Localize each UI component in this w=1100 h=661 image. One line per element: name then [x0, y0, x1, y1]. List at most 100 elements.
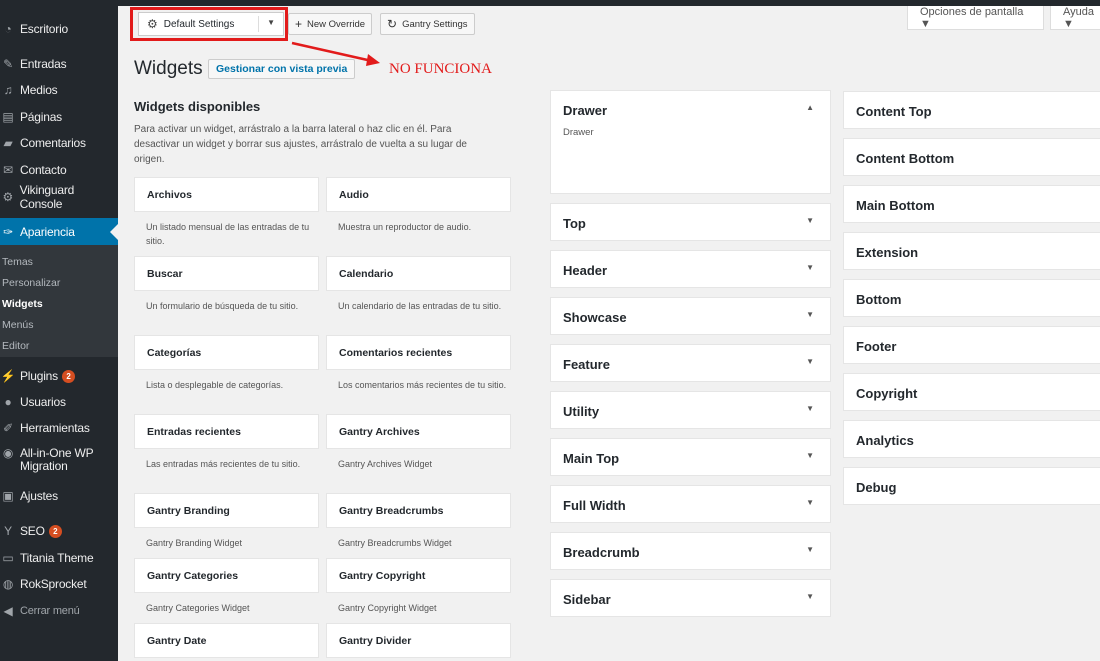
chevron-down-icon[interactable]: ▼ [806, 451, 814, 460]
area-sidebar[interactable]: Sidebar ▼ [550, 579, 831, 617]
area-content-top[interactable]: Content Top [843, 91, 1100, 129]
area-drawer[interactable]: Drawer ▲ Drawer [550, 90, 831, 194]
sidebar-item-label: Usuarios [20, 395, 66, 409]
annotation-highlight-box [130, 7, 288, 41]
chevron-up-icon[interactable]: ▲ [806, 103, 814, 112]
sidebar-collapse[interactable]: ◀ Cerrar menú [0, 600, 118, 622]
sidebar-item-label: SEO [20, 524, 45, 538]
refresh-icon: ↻ [387, 17, 398, 31]
widget-desc: Gantry Archives Widget [338, 459, 433, 469]
brush-icon: ✑ [3, 225, 13, 239]
collapse-icon: ◀ [3, 604, 13, 618]
submenu-item-temas[interactable]: Temas [2, 256, 33, 268]
area-utility[interactable]: Utility ▼ [550, 391, 831, 429]
sidebar-item-seo[interactable]: Y SEO 2 [0, 520, 118, 542]
widget-gantry-copyright[interactable]: Gantry Copyright [326, 558, 511, 593]
area-feature[interactable]: Feature ▼ [550, 344, 831, 382]
sidebar-item-escritorio[interactable]: ◔ Escritorio [0, 18, 118, 40]
chevron-down-icon[interactable]: ▼ [806, 498, 814, 507]
sidebar-item-entradas[interactable]: ✎ Entradas [0, 53, 118, 75]
area-footer[interactable]: Footer [843, 326, 1100, 364]
screen-options-label: Opciones de pantalla ▼ [920, 5, 1024, 30]
widget-gantry-divider[interactable]: Gantry Divider [326, 623, 511, 658]
sidebar-item-plugins[interactable]: ⚡ Plugins 2 [0, 365, 118, 387]
available-widgets-desc: Para activar un widget, arrástralo a la … [134, 124, 467, 165]
widget-audio[interactable]: Audio [326, 177, 511, 212]
widget-categorias[interactable]: Categorías [134, 335, 319, 370]
sidebar-item-roksprocket[interactable]: ◍ RokSprocket [0, 573, 118, 595]
sidebar-item-label: Escritorio [20, 22, 69, 36]
chevron-down-icon[interactable]: ▼ [806, 592, 814, 601]
sidebar-item-medios[interactable]: ♫ Medios [0, 79, 118, 101]
area-name: Top [563, 216, 586, 231]
sidebar-item-contacto[interactable]: ✉ Contacto [0, 159, 118, 181]
area-full-width[interactable]: Full Width ▼ [550, 485, 831, 523]
widget-gantry-categories[interactable]: Gantry Categories [134, 558, 319, 593]
widget-gantry-date[interactable]: Gantry Date [134, 623, 319, 658]
gantry-settings-button[interactable]: ↻ Gantry Settings [380, 13, 475, 35]
sidebar-item-migration[interactable]: ◉ All-in-One WP Migration [0, 447, 118, 479]
chevron-down-icon[interactable]: ▼ [806, 310, 814, 319]
sidebar-item-vikinguard[interactable]: ⚙ Vikinguard Console [0, 183, 118, 211]
chevron-down-icon[interactable]: ▼ [806, 216, 814, 225]
area-debug[interactable]: Debug [843, 467, 1100, 505]
submenu-item-menus[interactable]: Menús [2, 319, 34, 331]
area-analytics[interactable]: Analytics [843, 420, 1100, 458]
widget-calendario[interactable]: Calendario [326, 256, 511, 291]
area-main-bottom[interactable]: Main Bottom [843, 185, 1100, 223]
sidebar-item-label: Apariencia [20, 225, 75, 239]
area-breadcrumb[interactable]: Breadcrumb ▼ [550, 532, 831, 570]
widget-desc: Un listado mensual de las entradas de tu… [146, 222, 310, 246]
sidebar-item-apariencia[interactable]: ✑ Apariencia [0, 218, 118, 246]
submenu-item-editor[interactable]: Editor [2, 340, 29, 352]
sidebar-item-label: Comentarios [20, 136, 86, 150]
area-showcase[interactable]: Showcase ▼ [550, 297, 831, 335]
sidebar-item-ajustes[interactable]: ▣ Ajustes [0, 485, 118, 507]
area-name: Extension [856, 245, 919, 260]
area-main-top[interactable]: Main Top ▼ [550, 438, 831, 476]
widget-desc: Los comentarios más recientes de tu siti… [338, 380, 507, 390]
appearance-submenu: Temas Personalizar Widgets Menús Editor [0, 245, 118, 357]
widget-desc: Muestra un reproductor de audio. [338, 222, 472, 232]
area-name: Sidebar [563, 592, 611, 607]
area-bottom[interactable]: Bottom [843, 279, 1100, 317]
sidebar-item-paginas[interactable]: ▤ Páginas [0, 106, 118, 128]
sidebar-item-comentarios[interactable]: ▰ Comentarios [0, 132, 118, 154]
new-override-button[interactable]: + New Override [288, 13, 373, 35]
widget-comentarios-recientes[interactable]: Comentarios recientes [326, 335, 511, 370]
sidebar-item-label: Cerrar menú [20, 605, 80, 617]
area-name: Footer [856, 339, 897, 354]
chevron-down-icon[interactable]: ▼ [806, 357, 814, 366]
widget-entradas-recientes[interactable]: Entradas recientes [134, 414, 319, 449]
widget-gantry-archives[interactable]: Gantry Archives [326, 414, 511, 449]
area-extension[interactable]: Extension [843, 232, 1100, 270]
widget-gantry-branding[interactable]: Gantry Branding [134, 493, 319, 528]
area-top[interactable]: Top ▼ [550, 203, 831, 241]
widget-buscar[interactable]: Buscar [134, 256, 319, 291]
widget-gantry-breadcrumbs[interactable]: Gantry Breadcrumbs [326, 493, 511, 528]
gear-icon: ⚙ [2, 190, 14, 204]
widget-desc: Gantry Branding Widget [146, 538, 243, 548]
help-button[interactable]: Ayuda ▼ [1050, 6, 1100, 30]
area-header[interactable]: Header ▼ [550, 250, 831, 288]
screen-options-button[interactable]: Opciones de pantalla ▼ [907, 6, 1044, 30]
sidebar-item-usuarios[interactable]: ● Usuarios [0, 391, 118, 413]
gauge-icon: ◔ [4, 22, 12, 36]
area-content-bottom[interactable]: Content Bottom [843, 138, 1100, 176]
chevron-down-icon[interactable]: ▼ [806, 263, 814, 272]
pin-icon: ✎ [3, 57, 13, 71]
manage-preview-button[interactable]: Gestionar con vista previa [208, 59, 356, 79]
sidebar-item-titania[interactable]: ▭ Titania Theme [0, 547, 118, 569]
sidebar-item-herramientas[interactable]: ✐ Herramientas [0, 417, 118, 439]
chevron-down-icon[interactable]: ▼ [806, 545, 814, 554]
admin-sidebar: ◔ Escritorio ✎ Entradas ♫ Medios ▤ Páginas ▰… [0, 0, 118, 661]
plug-icon: ⚡ [0, 369, 16, 383]
submenu-item-widgets[interactable]: Widgets [2, 298, 43, 310]
chevron-down-icon[interactable]: ▼ [806, 404, 814, 413]
area-copyright[interactable]: Copyright [843, 373, 1100, 411]
submenu-item-personalizar[interactable]: Personalizar [2, 277, 60, 289]
sidebar-item-label: Páginas [20, 110, 62, 124]
widget-archivos[interactable]: Archivos [134, 177, 319, 212]
area-name: Bottom [856, 292, 902, 307]
area-name: Copyright [856, 386, 918, 401]
